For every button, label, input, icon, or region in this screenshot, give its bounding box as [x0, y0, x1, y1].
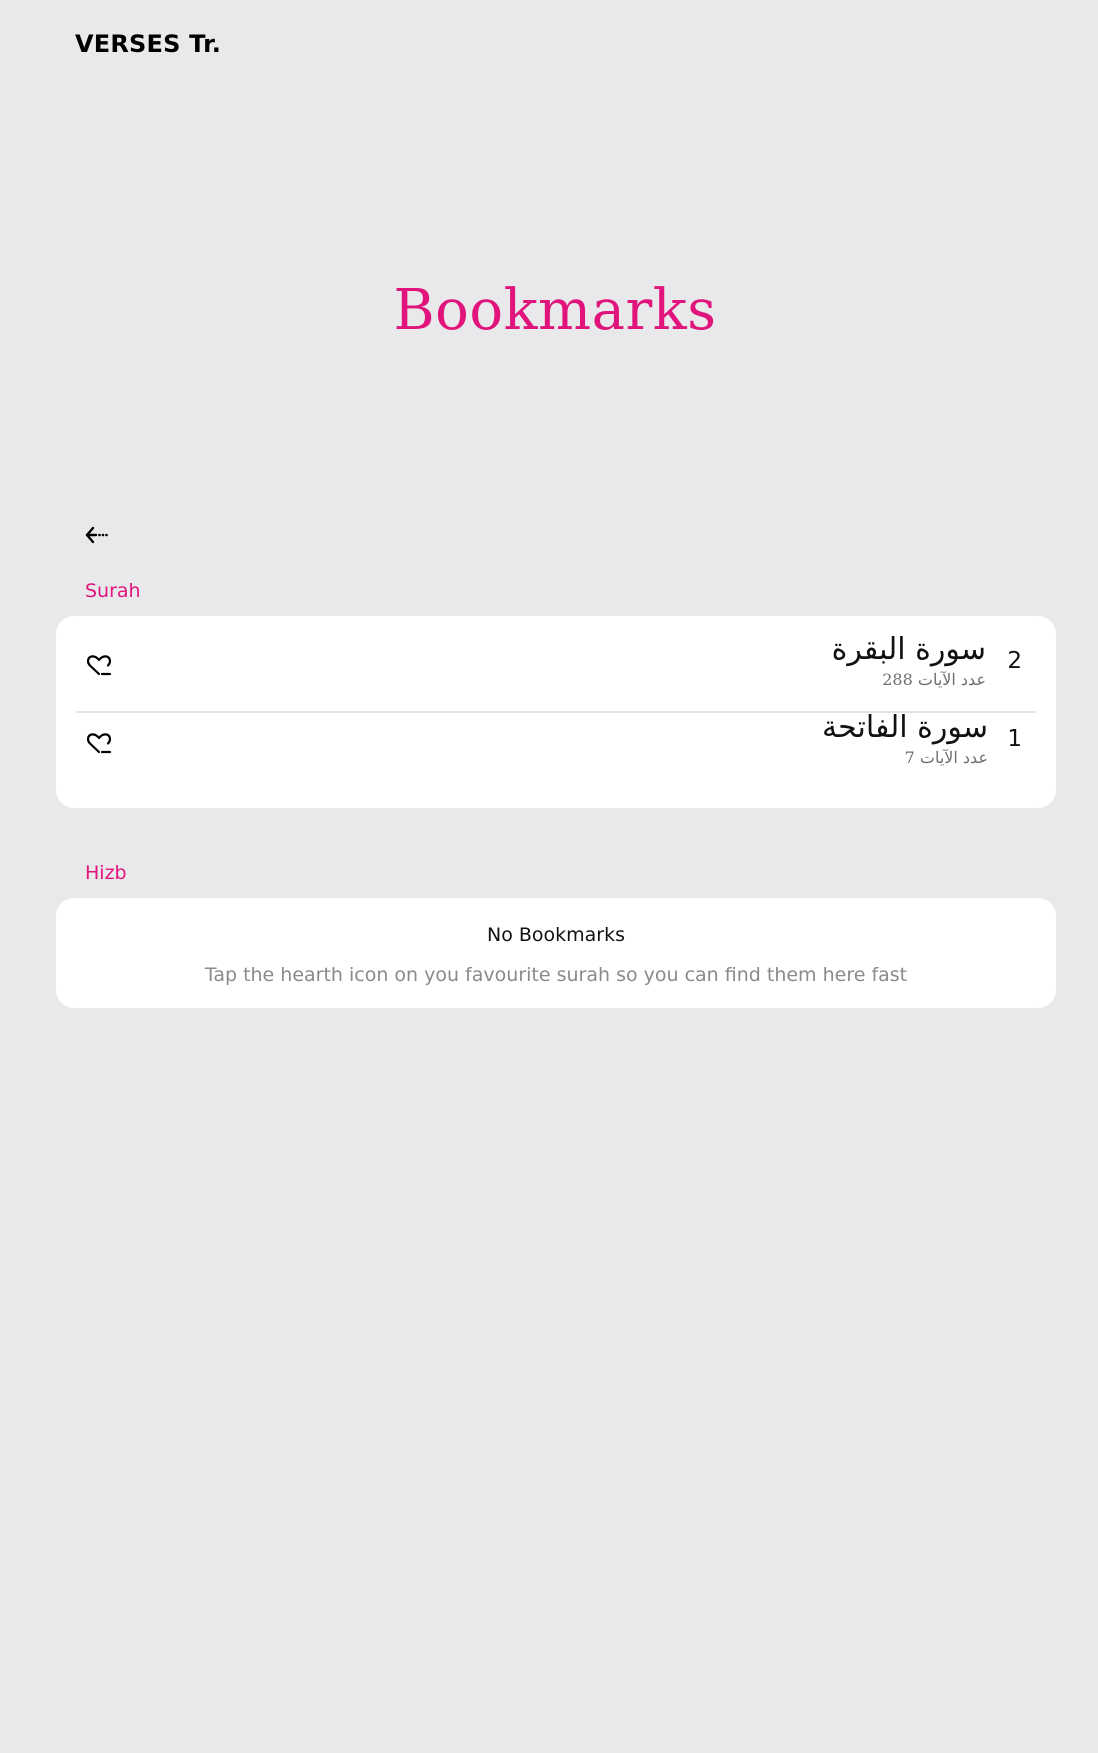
surah-names: سورة البقرة عدد الآيات 288	[832, 630, 986, 690]
arrow-left-icon	[84, 525, 110, 549]
heart-icon	[86, 731, 112, 759]
surah-number: 1	[1007, 726, 1022, 752]
unbookmark-button[interactable]	[84, 730, 114, 760]
hizb-bookmarks-card: No Bookmarks Tap the hearth icon on you …	[56, 898, 1056, 1008]
surah-name: سورة الفاتحة	[822, 710, 988, 745]
app-brand: VERSES Tr.	[75, 30, 222, 58]
section-label-hizb: Hizb	[85, 862, 127, 884]
bookmarks-page: VERSES Tr. Bookmarks Surah سورة البقرة ع…	[0, 0, 1098, 1753]
list-item[interactable]: سورة الفاتحة عدد الآيات 7 1	[76, 708, 1036, 782]
list-item[interactable]: سورة البقرة عدد الآيات 288 2	[76, 630, 1036, 704]
unbookmark-button[interactable]	[84, 652, 114, 682]
ayah-count: عدد الآيات 288	[882, 670, 986, 689]
empty-state-subtitle: Tap the hearth icon on you favourite sur…	[204, 964, 908, 986]
section-label-surah: Surah	[85, 580, 141, 602]
empty-state-title: No Bookmarks	[486, 924, 626, 946]
back-button[interactable]	[80, 520, 114, 554]
surah-name: سورة البقرة	[831, 632, 986, 667]
page-title: Bookmarks	[393, 278, 717, 343]
ayah-count: عدد الآيات 7	[904, 748, 988, 767]
surah-names: سورة الفاتحة عدد الآيات 7	[822, 708, 988, 768]
surah-number: 2	[1007, 648, 1022, 674]
surah-bookmarks-card: سورة البقرة عدد الآيات 288 2 سورة الفاتح…	[56, 616, 1056, 808]
heart-icon	[86, 653, 112, 681]
